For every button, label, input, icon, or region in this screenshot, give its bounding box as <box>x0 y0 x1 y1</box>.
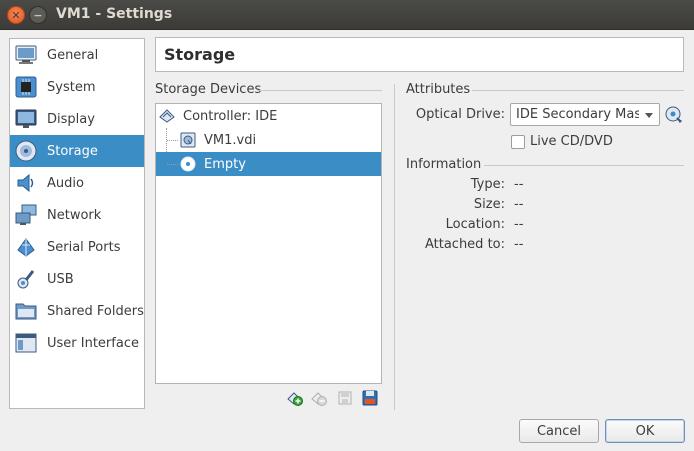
remove-controller-button <box>311 390 327 406</box>
vertical-divider <box>394 84 395 410</box>
speaker-icon <box>14 171 38 195</box>
usb-icon <box>14 267 38 291</box>
monitor-icon <box>14 107 38 131</box>
serial-port-icon <box>14 235 38 259</box>
sidebar-item-label: Display <box>47 111 95 127</box>
sidebar-item-label: Storage <box>47 143 98 159</box>
info-type-value: -- <box>514 177 524 192</box>
remove-attachment-button[interactable] <box>362 390 378 406</box>
sidebar-item-general[interactable]: General <box>10 39 144 71</box>
network-icon <box>14 203 38 227</box>
info-location-label: Location: <box>445 217 505 232</box>
add-attachment-icon <box>338 391 352 405</box>
attributes-divider <box>472 90 684 91</box>
tree-item-label: Empty <box>204 156 246 172</box>
live-cd-checkbox[interactable] <box>511 135 525 149</box>
page-header: Storage <box>155 37 684 72</box>
sidebar-item-label: USB <box>47 271 74 287</box>
info-size-label: Size: <box>473 197 505 212</box>
sidebar-item-storage[interactable]: Storage <box>10 135 144 167</box>
chevron-down-icon <box>645 113 653 118</box>
choose-disk-button[interactable] <box>664 105 684 125</box>
close-window-button[interactable]: ✕ <box>7 6 25 24</box>
sidebar-item-user-interface[interactable]: User Interface <box>10 327 144 359</box>
info-attached-to-value: -- <box>514 237 524 252</box>
window-icon <box>14 331 38 355</box>
tree-item-label: VM1.vdi <box>204 132 257 148</box>
storage-devices-label: Storage Devices <box>155 82 262 97</box>
disk-icon <box>14 139 38 163</box>
save-disk-icon <box>362 390 378 406</box>
folder-icon <box>14 299 38 323</box>
info-size-value: -- <box>514 197 524 212</box>
sidebar-item-label: General <box>47 47 99 63</box>
sidebar-item-audio[interactable]: Audio <box>10 167 144 199</box>
close-icon: ✕ <box>11 8 21 22</box>
info-attached-to-label: Attached to: <box>424 237 505 252</box>
cancel-button[interactable]: Cancel <box>519 419 599 443</box>
general-icon <box>14 43 38 67</box>
optical-disc-icon <box>180 156 196 172</box>
sidebar-item-display[interactable]: Display <box>10 103 144 135</box>
attributes-label: Attributes <box>406 82 471 97</box>
optical-drive-select[interactable]: IDE Secondary Master <box>510 103 660 126</box>
information-label: Information <box>406 157 482 172</box>
sidebar-item-label: Network <box>47 207 102 223</box>
storage-devices-divider <box>257 90 382 91</box>
sidebar-item-shared-folders[interactable]: Shared Folders <box>10 295 144 327</box>
info-location-value: -- <box>514 217 524 232</box>
window-title: VM1 - Settings <box>56 6 173 22</box>
sidebar-item-label: System <box>47 79 96 95</box>
live-cd-label: Live CD/DVD <box>530 134 613 149</box>
title-bar: ✕ − VM1 - Settings <box>0 0 694 30</box>
storage-tree[interactable]: Controller: IDE VM1.vdi Empty <box>155 103 382 384</box>
minimize-window-button[interactable]: − <box>29 6 47 24</box>
remove-controller-icon <box>311 392 327 406</box>
add-controller-icon <box>287 392 303 406</box>
sidebar-item-label: Shared Folders <box>47 303 144 319</box>
chip-icon <box>14 75 38 99</box>
sidebar-item-label: User Interface <box>47 335 139 351</box>
tree-item-controller[interactable]: Controller: IDE <box>156 104 381 128</box>
optical-drive-label: Optical Drive: <box>415 107 505 122</box>
page-title: Storage <box>164 45 236 64</box>
info-type-label: Type: <box>470 177 505 192</box>
hard-disk-icon <box>180 132 196 148</box>
settings-window: ✕ − VM1 - Settings General System Displa… <box>0 0 694 451</box>
choose-disk-icon <box>665 106 682 123</box>
sidebar-item-label: Serial Ports <box>47 239 121 255</box>
add-attachment-button <box>337 390 353 406</box>
tree-item-vm1-vdi[interactable]: VM1.vdi <box>156 128 381 152</box>
sidebar-item-system[interactable]: System <box>10 71 144 103</box>
settings-sidebar: General System Display Storage Audio Net… <box>9 38 145 409</box>
sidebar-item-usb[interactable]: USB <box>10 263 144 295</box>
optical-drive-value: IDE Secondary Master <box>516 107 639 122</box>
information-divider <box>484 165 684 166</box>
controller-icon <box>159 108 175 124</box>
sidebar-item-serial-ports[interactable]: Serial Ports <box>10 231 144 263</box>
ok-button[interactable]: OK <box>605 419 685 443</box>
tree-item-empty[interactable]: Empty <box>156 152 381 176</box>
tree-item-label: Controller: IDE <box>183 108 278 124</box>
add-controller-button[interactable] <box>287 390 303 406</box>
tree-connector <box>167 164 178 165</box>
minimize-icon: − <box>33 8 43 22</box>
sidebar-item-label: Audio <box>47 175 84 191</box>
sidebar-item-network[interactable]: Network <box>10 199 144 231</box>
